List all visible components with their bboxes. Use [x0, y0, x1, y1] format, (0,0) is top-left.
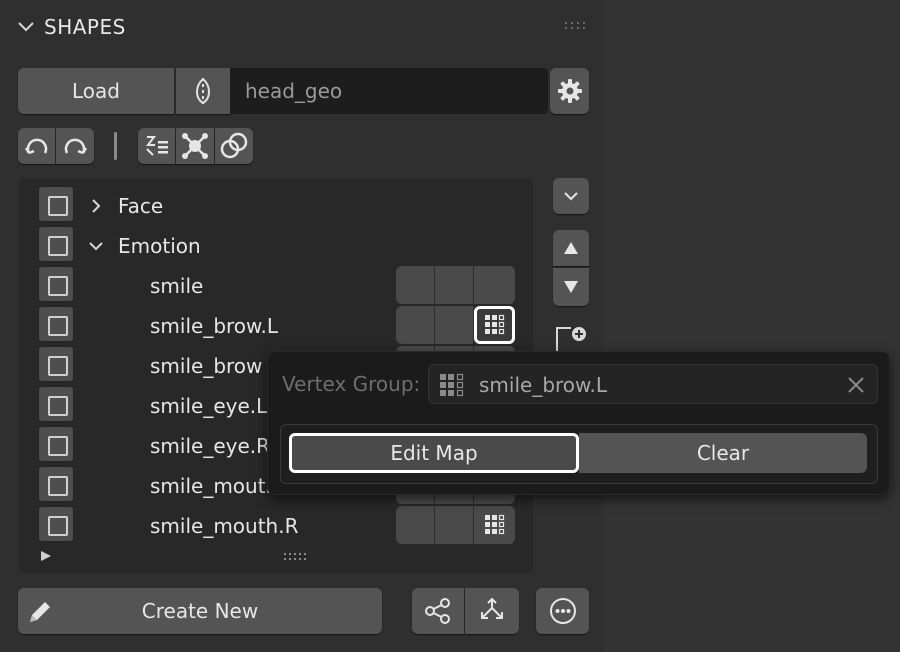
vertex-group-label: Vertex Group:: [282, 372, 421, 396]
nodes-button[interactable]: [176, 128, 214, 164]
popup-actions: Edit Map Clear: [280, 424, 878, 484]
vertex-group-button[interactable]: [474, 306, 515, 344]
move-down-button[interactable]: [553, 268, 589, 306]
item-label: smile_eye.L: [150, 394, 268, 418]
item-checkbox[interactable]: [38, 226, 74, 262]
chevron-down-icon[interactable]: [88, 238, 104, 254]
item-checkbox[interactable]: [38, 466, 74, 502]
item-checkbox[interactable]: [38, 186, 74, 222]
item-checkbox[interactable]: [38, 506, 74, 542]
vertex-group-icon: [484, 314, 504, 335]
pencil-icon: [30, 602, 50, 622]
chevron-down-icon: [18, 22, 34, 32]
list-item[interactable]: smile_brow.L: [18, 306, 533, 346]
ellipsis-circle-icon: [549, 598, 576, 624]
triangle-up-icon: [564, 242, 578, 254]
settings-button[interactable]: [550, 68, 589, 114]
clear-button[interactable]: Clear: [579, 433, 867, 473]
item-slots[interactable]: [396, 306, 515, 344]
more-options-button[interactable]: [536, 588, 589, 634]
sort-button[interactable]: [138, 128, 175, 164]
slot[interactable]: [435, 506, 474, 544]
vertex-group-field[interactable]: smile_brow.L: [428, 364, 878, 404]
vertex-group-value: smile_brow.L: [479, 373, 608, 397]
slot[interactable]: [396, 306, 435, 344]
chevron-down-icon: [564, 192, 578, 201]
list-item[interactable]: Face: [18, 186, 533, 226]
slot[interactable]: [435, 266, 474, 304]
item-checkbox[interactable]: [38, 386, 74, 422]
blend-button[interactable]: [215, 128, 253, 164]
toolbar-separator: [114, 132, 117, 160]
rotate-left-button[interactable]: [18, 128, 55, 164]
panel-header[interactable]: SHAPES: [16, 12, 126, 42]
vertex-group-popup[interactable]: Vertex Group: smile_brow.L Edit Map Clea…: [267, 351, 890, 495]
drag-grip-icon[interactable]: [565, 21, 589, 31]
sort-list-icon: [145, 136, 168, 156]
item-label: smile_eye.R: [150, 434, 271, 458]
slot[interactable]: [396, 506, 435, 544]
slot[interactable]: [435, 306, 474, 344]
rotate-left-icon: [24, 138, 47, 155]
share-icon: [425, 598, 450, 624]
item-slots[interactable]: [396, 506, 515, 544]
add-flag-icon: [556, 327, 586, 352]
item-slots[interactable]: [396, 266, 515, 304]
item-checkbox[interactable]: [38, 306, 74, 342]
slot[interactable]: [474, 266, 515, 304]
mirror-button[interactable]: [176, 68, 230, 114]
add-flag-button[interactable]: [553, 322, 589, 352]
mesh-name-text: head_geo: [245, 79, 343, 103]
item-checkbox[interactable]: [38, 346, 74, 382]
viewport-area: [603, 0, 900, 652]
triangle-down-icon: [564, 281, 578, 293]
list-menu-button[interactable]: [553, 178, 589, 214]
item-label: Face: [118, 194, 164, 218]
combine-button[interactable]: [465, 588, 519, 634]
mesh-name-field[interactable]: head_geo: [230, 68, 548, 114]
list-item[interactable]: Emotion: [18, 226, 533, 266]
create-new-button[interactable]: Create New: [18, 588, 382, 634]
gear-icon: [557, 79, 582, 103]
item-label: smile_brow: [150, 354, 263, 378]
vertex-group-icon: [484, 514, 504, 535]
merge-arrows-icon: [481, 597, 503, 619]
rotate-right-button[interactable]: [56, 128, 94, 164]
vertex-group-icon: [440, 373, 464, 397]
item-label: Emotion: [118, 234, 201, 258]
item-checkbox[interactable]: [38, 426, 74, 462]
move-up-button[interactable]: [553, 230, 589, 266]
vertex-group-button[interactable]: [474, 506, 515, 544]
list-item[interactable]: smile: [18, 266, 533, 306]
list-item[interactable]: smile_mouth.R: [18, 506, 533, 546]
slot[interactable]: [396, 266, 435, 304]
shapes-panel: SHAPES Load head_geo Face Emotion smile …: [0, 0, 603, 652]
item-checkbox[interactable]: [38, 266, 74, 302]
chevron-right-icon[interactable]: [88, 198, 104, 214]
close-icon[interactable]: [847, 376, 865, 394]
edit-map-button[interactable]: Edit Map: [289, 433, 579, 473]
panel-title: SHAPES: [44, 15, 126, 39]
node-graph-icon: [182, 133, 208, 159]
load-label: Load: [72, 79, 120, 103]
item-label: smile: [150, 274, 204, 298]
edit-map-label: Edit Map: [390, 441, 478, 465]
item-label: smile_brow.L: [150, 314, 279, 338]
mirror-icon: [196, 77, 210, 105]
create-new-label: Create New: [141, 599, 259, 623]
load-button[interactable]: Load: [18, 68, 174, 114]
expand-arrow-icon[interactable]: [40, 550, 52, 562]
item-label: smile_mouth.R: [150, 514, 299, 538]
rotate-right-icon: [64, 138, 88, 155]
overlap-circles-icon: [220, 132, 248, 159]
resize-grip-icon[interactable]: [284, 552, 306, 562]
item-label: smile_mouth: [150, 474, 279, 498]
share-button[interactable]: [412, 588, 464, 634]
clear-label: Clear: [696, 441, 750, 465]
